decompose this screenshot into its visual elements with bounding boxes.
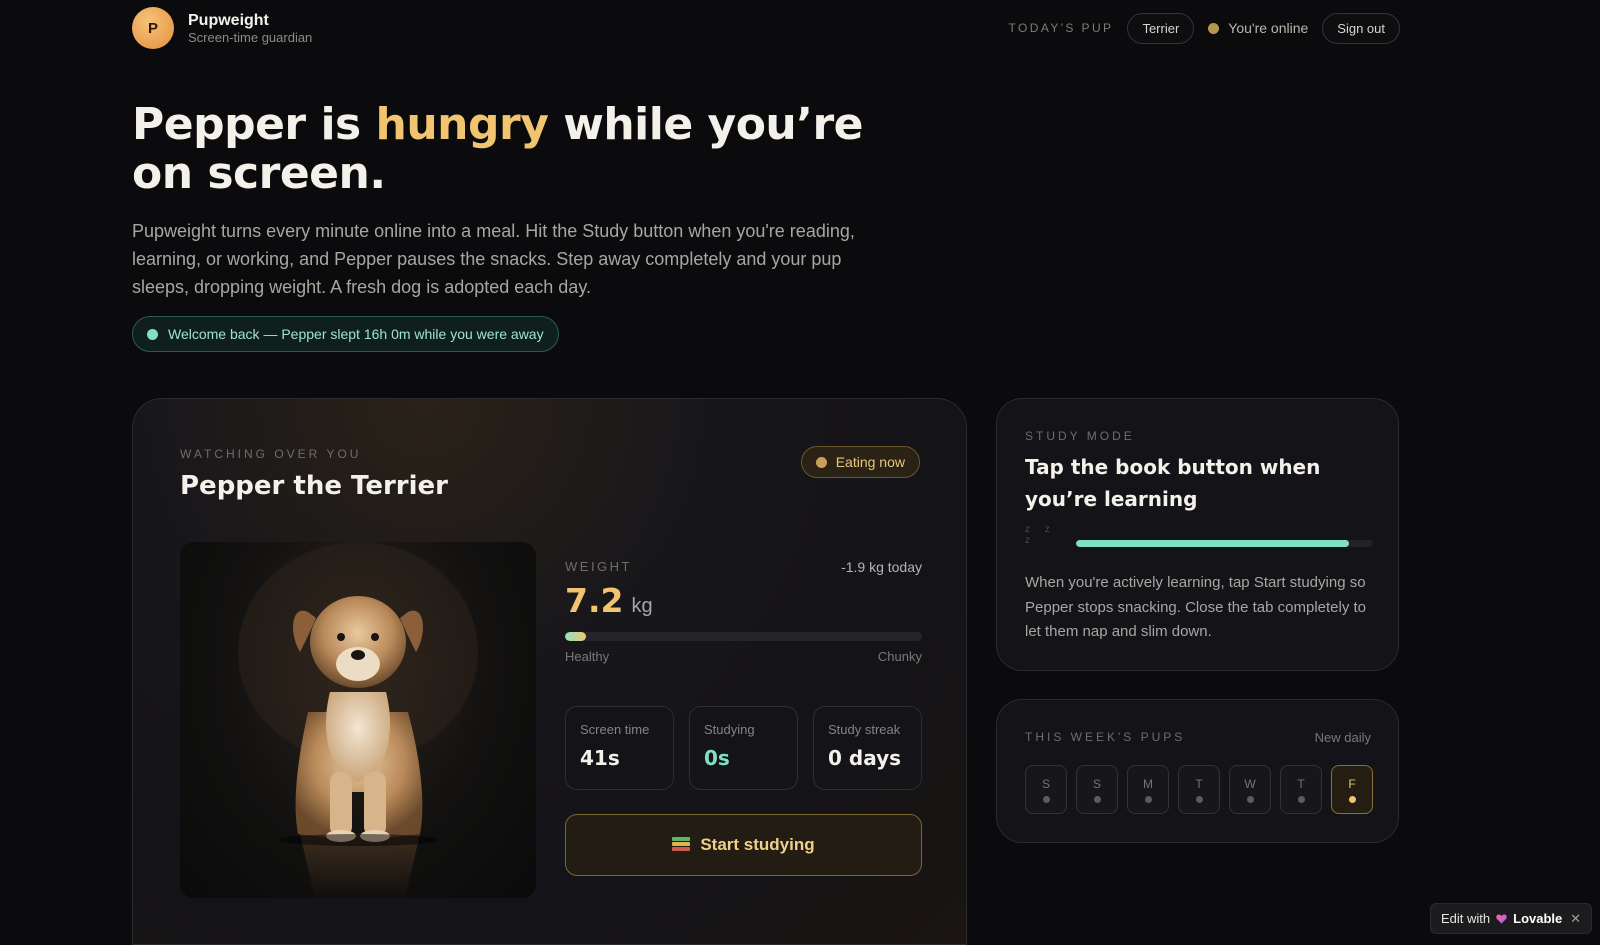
pet-card: WATCHING OVER YOU Pepper the Terrier Eat… xyxy=(132,398,967,945)
stat-label: Screen time xyxy=(580,722,650,737)
stats-row: Screen time 41s Studying 0s Study streak… xyxy=(565,706,922,790)
day-letter: F xyxy=(1348,776,1356,791)
day-tile[interactable]: W xyxy=(1229,765,1271,814)
study-mode-title: Tap the book button when you’re learning xyxy=(1025,455,1321,511)
todays-pup-label: TODAY'S PUP xyxy=(1008,21,1114,35)
sleep-glyphs: z z z xyxy=(1025,524,1056,546)
stat-screen-time: Screen time 41s xyxy=(565,706,674,790)
stat-label: Studying xyxy=(704,722,755,737)
weight-value: 7.2 kg xyxy=(565,581,922,620)
study-progress-bar xyxy=(1076,540,1373,547)
welcome-message: Welcome back — Pepper slept 16h 0m while… xyxy=(168,326,544,342)
hero-title-accent: hungry xyxy=(375,99,549,150)
brand-tagline: Screen-time guardian xyxy=(188,29,313,45)
hero-title: Pepper is hungry while you’re on screen. xyxy=(132,100,892,198)
edit-with-lovable-badge[interactable]: Edit with Lovable ✕ xyxy=(1430,903,1592,934)
study-progress-fill xyxy=(1076,540,1350,547)
weight-label: WEIGHT xyxy=(565,559,632,574)
day-letter: W xyxy=(1244,776,1256,791)
stat-studying: Studying 0s xyxy=(689,706,798,790)
day-tile[interactable]: F xyxy=(1331,765,1373,814)
stat-value: 0 days xyxy=(828,746,902,770)
day-letter: S xyxy=(1041,776,1050,791)
sign-out-button[interactable]: Sign out xyxy=(1322,12,1400,44)
brand-text: Pupweight Screen-time guardian xyxy=(188,11,312,46)
day-tile[interactable]: M xyxy=(1127,765,1169,814)
online-status: You're online xyxy=(1208,20,1308,36)
app-page: P Pupweight Screen-time guardian TODAY'S… xyxy=(0,0,1600,945)
study-mode-description: When you're actively learning, tap Start… xyxy=(1025,574,1367,640)
close-icon[interactable]: ✕ xyxy=(1570,911,1581,927)
pet-card-eyebrow: WATCHING OVER YOU xyxy=(180,447,362,461)
dog-photo xyxy=(180,542,536,898)
status-badge-text: Eating now xyxy=(835,454,905,470)
week-pups-card: THIS WEEK'S PUPS New daily S S M T W T F xyxy=(996,699,1399,843)
day-tile[interactable]: T xyxy=(1178,765,1220,814)
study-mode-card: STUDY MODE Tap the book button when you’… xyxy=(996,398,1399,671)
weight-scale: Healthy Chunky xyxy=(565,649,922,664)
day-letter: T xyxy=(1195,776,1203,791)
welcome-dot-icon xyxy=(147,328,158,340)
pet-name: Pepper the Terrier xyxy=(180,471,448,501)
lovable-brand: Lovable xyxy=(1513,911,1563,926)
status-dot-icon xyxy=(815,456,827,468)
study-mode-eyebrow: STUDY MODE xyxy=(1025,429,1135,443)
day-dot-icon xyxy=(1042,795,1050,803)
weight-bar xyxy=(565,632,922,641)
stat-label: Study streak xyxy=(828,722,901,737)
day-letter: S xyxy=(1092,776,1101,791)
start-studying-label: Start studying xyxy=(700,835,815,854)
weight-bar-fill xyxy=(565,632,587,641)
day-letter: T xyxy=(1297,776,1305,791)
weight-number: 7.2 xyxy=(565,581,624,620)
weight-delta: -1.9 kg today xyxy=(841,559,922,575)
online-status-dot-icon xyxy=(1208,22,1220,34)
stat-value: 0s xyxy=(704,746,730,770)
brand[interactable]: P Pupweight Screen-time guardian xyxy=(132,7,312,49)
weight-block: WEIGHT -1.9 kg today 7.2 kg Healthy Chun… xyxy=(565,559,922,664)
day-dot-icon xyxy=(1297,795,1305,803)
start-studying-button[interactable]: Start studying xyxy=(565,814,922,876)
week-days: S S M T W T F xyxy=(1025,765,1373,814)
hero-subtitle: Pupweight turns every minute online into… xyxy=(132,221,855,297)
brand-logo: P xyxy=(132,7,174,49)
day-tile[interactable]: S xyxy=(1076,765,1118,814)
scale-right-label: Chunky xyxy=(877,649,922,664)
week-eyebrow: THIS WEEK'S PUPS xyxy=(1025,730,1186,744)
lovable-heart-icon xyxy=(1496,914,1507,923)
edit-with-label: Edit with xyxy=(1441,911,1491,926)
stat-value: 41s xyxy=(580,746,620,770)
scale-left-label: Healthy xyxy=(565,649,610,664)
brand-name: Pupweight xyxy=(188,11,269,29)
breed-pill: Terrier xyxy=(1127,12,1195,44)
day-letter: M xyxy=(1143,776,1153,791)
stat-study-streak: Study streak 0 days xyxy=(813,706,922,790)
top-header: P Pupweight Screen-time guardian TODAY'S… xyxy=(132,6,1400,50)
day-dot-icon xyxy=(1093,795,1101,803)
welcome-banner: Welcome back — Pepper slept 16h 0m while… xyxy=(132,316,559,352)
day-dot-icon xyxy=(1144,795,1152,803)
weight-header: WEIGHT -1.9 kg today xyxy=(565,559,922,575)
day-dot-icon xyxy=(1348,795,1356,803)
weight-unit: kg xyxy=(631,595,653,617)
status-badge: Eating now xyxy=(800,446,920,478)
header-nav: TODAY'S PUP Terrier You're online Sign o… xyxy=(1008,12,1400,44)
hero-title-start: Pepper is xyxy=(132,99,376,150)
day-tile[interactable]: S xyxy=(1025,765,1067,814)
day-dot-icon xyxy=(1246,795,1254,803)
day-tile[interactable]: T xyxy=(1280,765,1322,814)
sleep-zz-icon: z z z xyxy=(1025,514,1075,554)
books-icon xyxy=(672,837,691,853)
new-daily-label: New daily xyxy=(1314,730,1371,745)
dog-illustration xyxy=(238,542,478,898)
day-dot-icon xyxy=(1195,795,1203,803)
online-status-text: You're online xyxy=(1228,20,1309,36)
